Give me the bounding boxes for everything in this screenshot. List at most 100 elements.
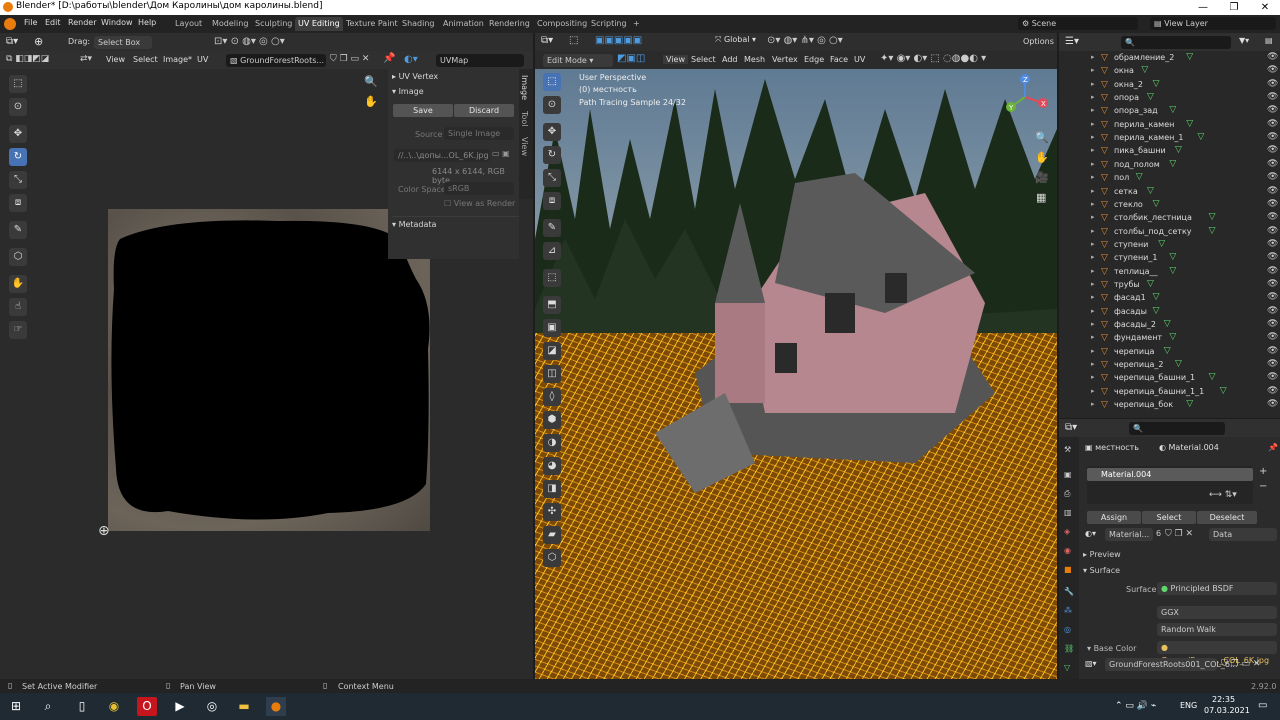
outliner-item[interactable]: ▸ ▽ столбик_лестница ▽ 👁	[1059, 212, 1280, 225]
filter-icon[interactable]: ▼▾	[1239, 36, 1249, 45]
material-slot-item[interactable]: Material.004	[1087, 468, 1253, 481]
image-actions-icons[interactable]: ⛉ ❐ ▭ ✕	[330, 54, 369, 64]
image-panel-header[interactable]: ▾ Image	[392, 87, 424, 96]
data-tab-icon[interactable]: ▽	[1064, 663, 1070, 672]
filepath-field[interactable]: //..\..\допы...OL_6K.jpg	[394, 149, 490, 162]
outliner-item[interactable]: ▸ ▽ ступени ▽ 👁	[1059, 239, 1280, 252]
new-collection-icon[interactable]: ▤	[1265, 36, 1273, 45]
properties-search-input[interactable]: 🔍	[1129, 422, 1225, 435]
expand-arrow-icon[interactable]: ▸	[1091, 253, 1095, 261]
outliner-item[interactable]: ▸ ▽ пол ▽ 👁	[1059, 172, 1280, 185]
outliner-item[interactable]: ▸ ▽ окна ▽ 👁	[1059, 65, 1280, 78]
smooth-tool-icon[interactable]: ◕	[543, 457, 561, 475]
render-tab-icon[interactable]: ▣	[1064, 470, 1072, 479]
expand-arrow-icon[interactable]: ▸	[1091, 213, 1095, 221]
scene-tab-icon[interactable]: ◈	[1064, 527, 1070, 536]
tab-layout[interactable]: Layout	[172, 17, 205, 31]
tab-modeling[interactable]: Modeling	[209, 17, 251, 31]
visibility-eye-icon[interactable]: 👁	[1267, 172, 1278, 182]
edge-slide-tool-icon[interactable]: ◨	[543, 480, 561, 498]
expand-arrow-icon[interactable]: ▸	[1091, 200, 1095, 208]
transform-tool-icon[interactable]: ⧈	[9, 194, 27, 212]
knife-tool-icon[interactable]: ◊	[543, 388, 561, 406]
steam-icon[interactable]: ◎	[202, 697, 222, 716]
menu-help[interactable]: Help	[138, 18, 156, 27]
expand-arrow-icon[interactable]: ▸	[1091, 240, 1095, 248]
uv-vertex-panel-header[interactable]: ▸ UV Vertex	[392, 72, 438, 81]
preview-panel-header[interactable]: ▸ Preview	[1083, 550, 1121, 559]
visibility-eye-icon[interactable]: 👁	[1267, 279, 1278, 289]
inset-tool-icon[interactable]: ▣	[543, 319, 561, 337]
menu-file[interactable]: File	[24, 18, 37, 27]
link-dropdown[interactable]: Data	[1209, 528, 1277, 541]
physics-tab-icon[interactable]: ◎	[1064, 625, 1071, 634]
outliner-item[interactable]: ▸ ▽ перила_камен_1 ▽ 👁	[1059, 132, 1280, 145]
visibility-eye-icon[interactable]: 👁	[1267, 359, 1278, 369]
select-box-tool-icon[interactable]: ⬚	[543, 73, 561, 91]
outliner-item[interactable]: ▸ ▽ ступени_1 ▽ 👁	[1059, 252, 1280, 265]
annotate-tool-icon[interactable]: ✎	[9, 221, 27, 239]
language-indicator[interactable]: ENG	[1180, 701, 1197, 710]
source-dropdown[interactable]: Single Image	[444, 127, 514, 140]
select-mode-icons[interactable]: ▣▣▣▣▣	[595, 35, 642, 46]
tab-animation[interactable]: Animation	[440, 17, 487, 31]
expand-arrow-icon[interactable]: ▸	[1091, 373, 1095, 381]
discard-button[interactable]: Discard	[454, 104, 514, 117]
surface-panel-header[interactable]: ▾ Surface	[1083, 566, 1120, 575]
visibility-eye-icon[interactable]: 👁	[1267, 212, 1278, 222]
poly-build-tool-icon[interactable]: ⬢	[543, 411, 561, 429]
measure-tool-icon[interactable]: ⊿	[543, 242, 561, 260]
expand-arrow-icon[interactable]: ▸	[1091, 106, 1095, 114]
vp-menu-vertex[interactable]: Vertex	[772, 55, 798, 64]
visibility-eye-icon[interactable]: 👁	[1267, 199, 1278, 209]
minimize-button[interactable]: —	[1188, 0, 1218, 15]
menu-render[interactable]: Render	[68, 18, 96, 27]
zoom-icon[interactable]: 🔍	[364, 75, 378, 88]
snap-icons[interactable]: ⊙▾ ◍▾ ⋔▾ ◎ ○▾	[767, 35, 843, 46]
visibility-eye-icon[interactable]: 👁	[1267, 132, 1278, 142]
opera-icon[interactable]: O	[137, 697, 157, 716]
uv-menu-uv[interactable]: UV	[197, 55, 208, 64]
expand-arrow-icon[interactable]: ▸	[1091, 320, 1095, 328]
cursor-tool-icon[interactable]: ⊕	[34, 35, 43, 48]
outliner-item[interactable]: ▸ ▽ окна_2 ▽ 👁	[1059, 79, 1280, 92]
visibility-eye-icon[interactable]: 👁	[1267, 65, 1278, 75]
vp-menu-view[interactable]: View	[663, 55, 688, 64]
file-icon[interactable]: ▯	[72, 697, 92, 716]
mode-dropdown[interactable]: Edit Mode ▾	[543, 54, 613, 67]
tab-texture-paint[interactable]: Texture Paint	[343, 17, 401, 31]
bevel-tool-icon[interactable]: ◪	[543, 342, 561, 360]
ortho-toggle-icon[interactable]: ▦	[1036, 191, 1046, 204]
tab-view[interactable]: View	[520, 137, 529, 156]
outliner-item[interactable]: ▸ ▽ стекло ▽ 👁	[1059, 199, 1280, 212]
modifier-tab-icon[interactable]: 🔧	[1064, 587, 1074, 596]
blender-taskbar-icon[interactable]: ●	[266, 697, 286, 716]
editor-type-icon[interactable]: ⧉▾	[541, 35, 553, 46]
rip-region-tool-icon[interactable]: ⬡	[543, 549, 561, 567]
media-icon[interactable]: ▶	[170, 697, 190, 716]
output-tab-icon[interactable]: ⎙	[1064, 489, 1070, 499]
close-button[interactable]: ✕	[1250, 0, 1280, 15]
pin-icon[interactable]: 📌	[1268, 443, 1278, 452]
outliner-item[interactable]: ▸ ▽ под_полом ▽ 👁	[1059, 159, 1280, 172]
visibility-eye-icon[interactable]: 👁	[1267, 159, 1278, 169]
chrome-icon[interactable]: ◉	[104, 697, 124, 716]
relax-tool-icon[interactable]: ☝	[9, 298, 27, 316]
expand-arrow-icon[interactable]: ▸	[1091, 400, 1095, 408]
vp-menu-mesh[interactable]: Mesh	[744, 55, 765, 64]
notifications-icon[interactable]: ▭	[1258, 700, 1267, 711]
visibility-eye-icon[interactable]: 👁	[1267, 52, 1278, 62]
tab-tool[interactable]: Tool	[520, 111, 529, 127]
expand-arrow-icon[interactable]: ▸	[1091, 53, 1095, 61]
navigation-gizmo[interactable]: X Y Z	[1001, 73, 1049, 121]
editor-type-icon[interactable]: ☰▾	[1065, 36, 1079, 47]
expand-arrow-icon[interactable]: ▸	[1091, 333, 1095, 341]
outliner-item[interactable]: ▸ ▽ черепица_2 ▽ 👁	[1059, 359, 1280, 372]
outliner-item[interactable]: ▸ ▽ фасады_2 ▽ 👁	[1059, 319, 1280, 332]
tab-uv-editing[interactable]: UV Editing	[295, 17, 343, 31]
annotate-tool-icon[interactable]: ✎	[543, 219, 561, 237]
menu-edit[interactable]: Edit	[45, 18, 61, 27]
shrink-tool-icon[interactable]: ✣	[543, 503, 561, 521]
visibility-eye-icon[interactable]: 👁	[1267, 346, 1278, 356]
pan-icon[interactable]: ✋	[1035, 151, 1049, 164]
